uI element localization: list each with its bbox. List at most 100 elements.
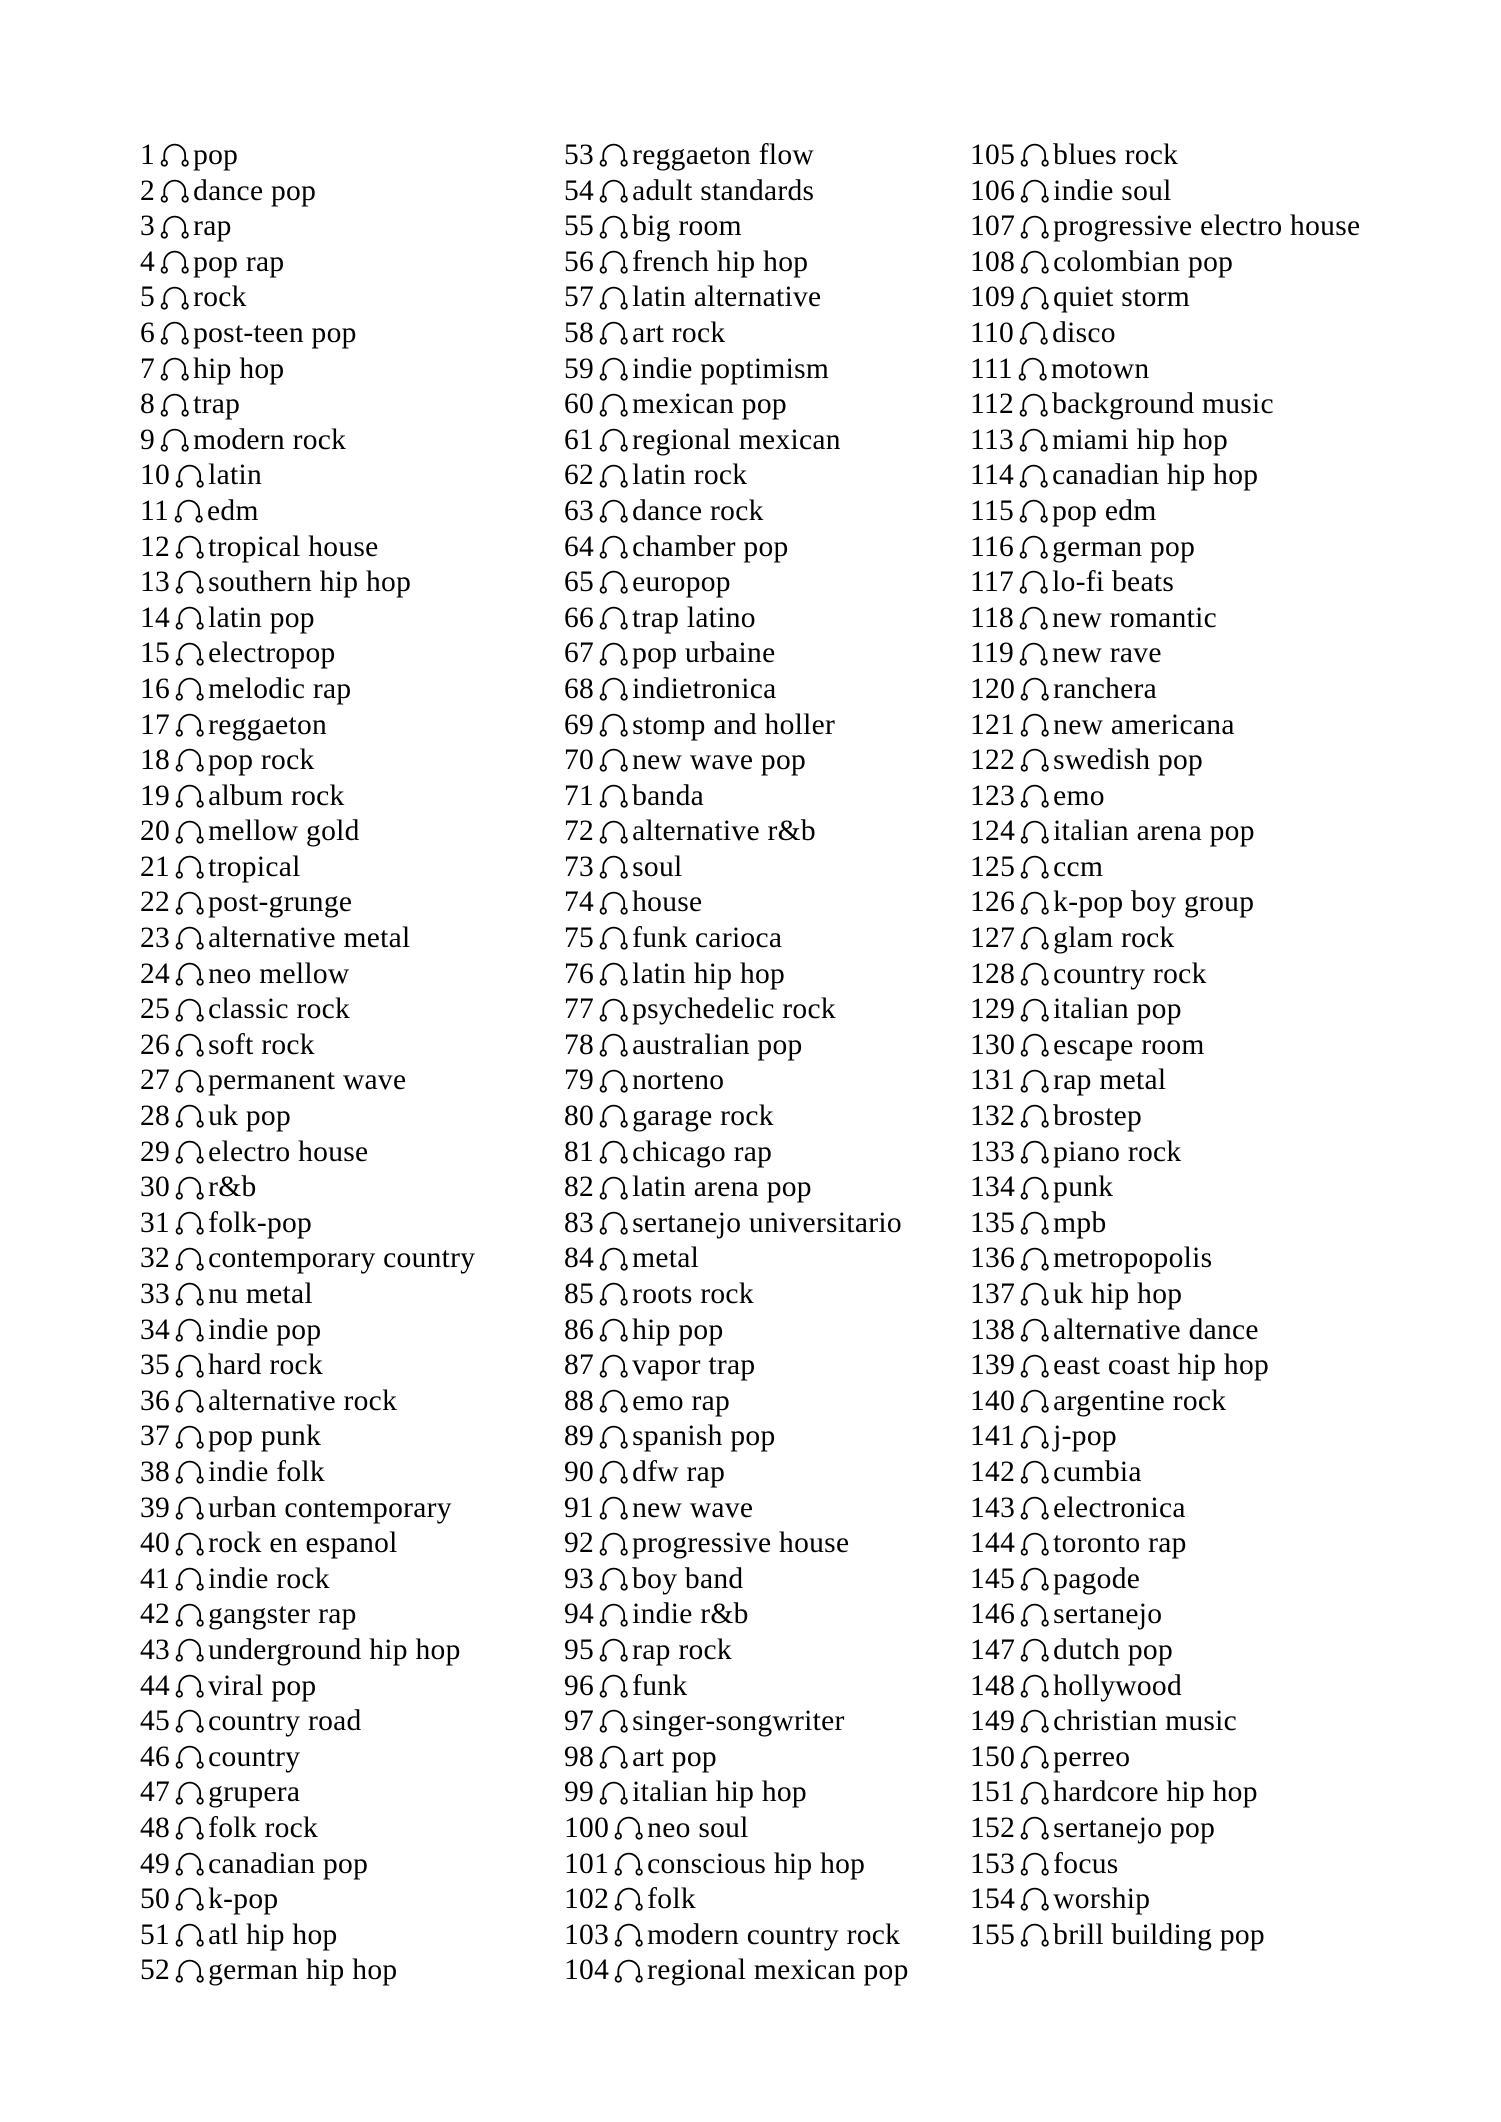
genre-item-number: 90	[564, 1455, 595, 1488]
headphones-icon	[599, 998, 628, 1022]
genre-item-number: 96	[564, 1669, 595, 1702]
genre-item-label: art rock	[632, 316, 726, 349]
genre-item-number: 123	[970, 779, 1016, 812]
headphones-icon	[1020, 677, 1049, 701]
genre-list-item: 42 gangster rap	[140, 1597, 554, 1633]
headphones-icon	[1020, 1567, 1049, 1591]
headphones-icon	[1019, 499, 1048, 523]
genre-item-label: neo soul	[647, 1811, 749, 1844]
genre-list-item: 98 art pop	[564, 1740, 960, 1776]
genre-item-label: dfw rap	[632, 1455, 726, 1488]
genre-list-page: 1 pop 2 dance pop 3 rap 4 pop rap 5 rock 6 post-tee…	[0, 0, 1501, 2122]
genre-item-number: 130	[970, 1028, 1016, 1061]
genre-list-item: 124 italian arena pop	[970, 814, 1376, 850]
headphones-icon	[1020, 926, 1049, 951]
headphones-icon	[599, 1709, 628, 1734]
genre-item-label: quiet storm	[1053, 281, 1190, 314]
genre-item-label: indie pop	[208, 1313, 322, 1346]
headphones-icon	[175, 784, 204, 808]
headphones-icon	[1020, 1282, 1049, 1307]
headphones-icon	[599, 286, 628, 310]
genre-item-number: 144	[970, 1527, 1016, 1560]
genre-list-item: 9 modern rock	[140, 423, 554, 459]
genre-item-number: 25	[140, 993, 171, 1026]
headphones-icon	[599, 1282, 628, 1307]
headphones-icon	[1020, 998, 1049, 1022]
genre-item-label: permanent wave	[208, 1064, 407, 1097]
genre-item-label: cumbia	[1053, 1455, 1142, 1488]
genre-item-label: house	[632, 886, 703, 919]
headphones-icon	[599, 215, 628, 239]
genre-item-label: chicago rap	[632, 1135, 773, 1168]
headphones-icon	[599, 499, 628, 523]
genre-item-label: urban contemporary	[208, 1491, 452, 1524]
genre-item-label: album rock	[208, 779, 345, 812]
genre-list-item: 95 rap rock	[564, 1633, 960, 1669]
genre-item-label: disco	[1052, 316, 1116, 349]
genre-list-item: 149 christian music	[970, 1704, 1376, 1740]
genre-list-item: 20 mellow gold	[140, 814, 554, 850]
genre-item-label: k-pop	[208, 1883, 279, 1916]
genre-item-number: 66	[564, 601, 595, 634]
genre-item-number: 118	[970, 601, 1015, 634]
headphones-icon	[174, 499, 203, 523]
genre-item-number: 29	[140, 1135, 171, 1168]
genre-item-number: 109	[970, 281, 1016, 314]
genre-column-3: 105 blues rock 106 indie soul 107 progressive…	[970, 138, 1376, 1953]
headphones-icon	[1020, 1247, 1049, 1271]
genre-item-label: new romantic	[1052, 601, 1217, 634]
headphones-icon	[1019, 393, 1048, 417]
headphones-icon	[175, 642, 204, 666]
genre-item-label: rock	[193, 281, 247, 314]
headphones-icon	[599, 677, 628, 701]
genre-item-number: 64	[564, 530, 595, 563]
genre-item-number: 151	[970, 1776, 1016, 1809]
genre-item-number: 70	[564, 744, 595, 777]
genre-list-item: 10 latin	[140, 458, 554, 494]
genre-item-label: german hip hop	[208, 1954, 398, 1987]
genre-list-item: 23 alternative metal	[140, 921, 554, 957]
genre-item-number: 98	[564, 1740, 595, 1773]
genre-item-label: southern hip hop	[208, 566, 412, 599]
genre-item-number: 137	[970, 1278, 1016, 1310]
genre-item-label: toronto rap	[1053, 1527, 1187, 1560]
genre-item-label: ranchera	[1053, 672, 1158, 705]
headphones-icon	[1020, 1816, 1049, 1840]
genre-item-number: 116	[970, 530, 1015, 563]
headphones-icon	[175, 998, 204, 1022]
genre-item-number: 142	[970, 1455, 1016, 1488]
genre-list-item: 75 funk carioca	[564, 921, 960, 957]
headphones-icon	[175, 1104, 204, 1129]
genre-list-item: 50 k-pop	[140, 1882, 554, 1918]
genre-item-label: canadian hip hop	[1052, 459, 1259, 492]
genre-item-label: pop edm	[1052, 494, 1157, 527]
genre-item-label: reggaeton	[208, 708, 328, 741]
genre-item-label: melodic rap	[208, 672, 352, 705]
genre-item-number: 133	[970, 1135, 1016, 1168]
genre-item-number: 92	[564, 1527, 595, 1560]
genre-item-label: dutch pop	[1053, 1633, 1173, 1666]
genre-item-number: 40	[140, 1527, 171, 1560]
genre-item-label: post-teen pop	[193, 316, 357, 349]
genre-item-label: focus	[1053, 1847, 1119, 1880]
headphones-icon	[1020, 1318, 1049, 1342]
headphones-icon	[1020, 215, 1049, 239]
genre-item-number: 100	[564, 1811, 610, 1844]
headphones-icon	[599, 464, 628, 488]
headphones-icon	[614, 1887, 643, 1912]
genre-item-label: pop punk	[208, 1420, 322, 1453]
genre-item-number: 22	[140, 886, 171, 919]
genre-list-item: 91 new wave	[564, 1491, 960, 1527]
genre-item-label: regional mexican pop	[647, 1954, 909, 1987]
genre-list-item: 79 norteno	[564, 1063, 960, 1099]
genre-item-label: indie folk	[208, 1455, 325, 1488]
headphones-icon	[599, 926, 628, 951]
genre-item-number: 4	[140, 245, 156, 278]
headphones-icon	[175, 1069, 204, 1093]
genre-item-label: indie soul	[1053, 174, 1172, 207]
genre-item-number: 61	[564, 423, 595, 456]
genre-item-number: 102	[564, 1883, 610, 1916]
genre-item-number: 68	[564, 672, 595, 705]
genre-list-item: 60 mexican pop	[564, 387, 960, 423]
genre-item-label: italian hip hop	[632, 1776, 807, 1809]
